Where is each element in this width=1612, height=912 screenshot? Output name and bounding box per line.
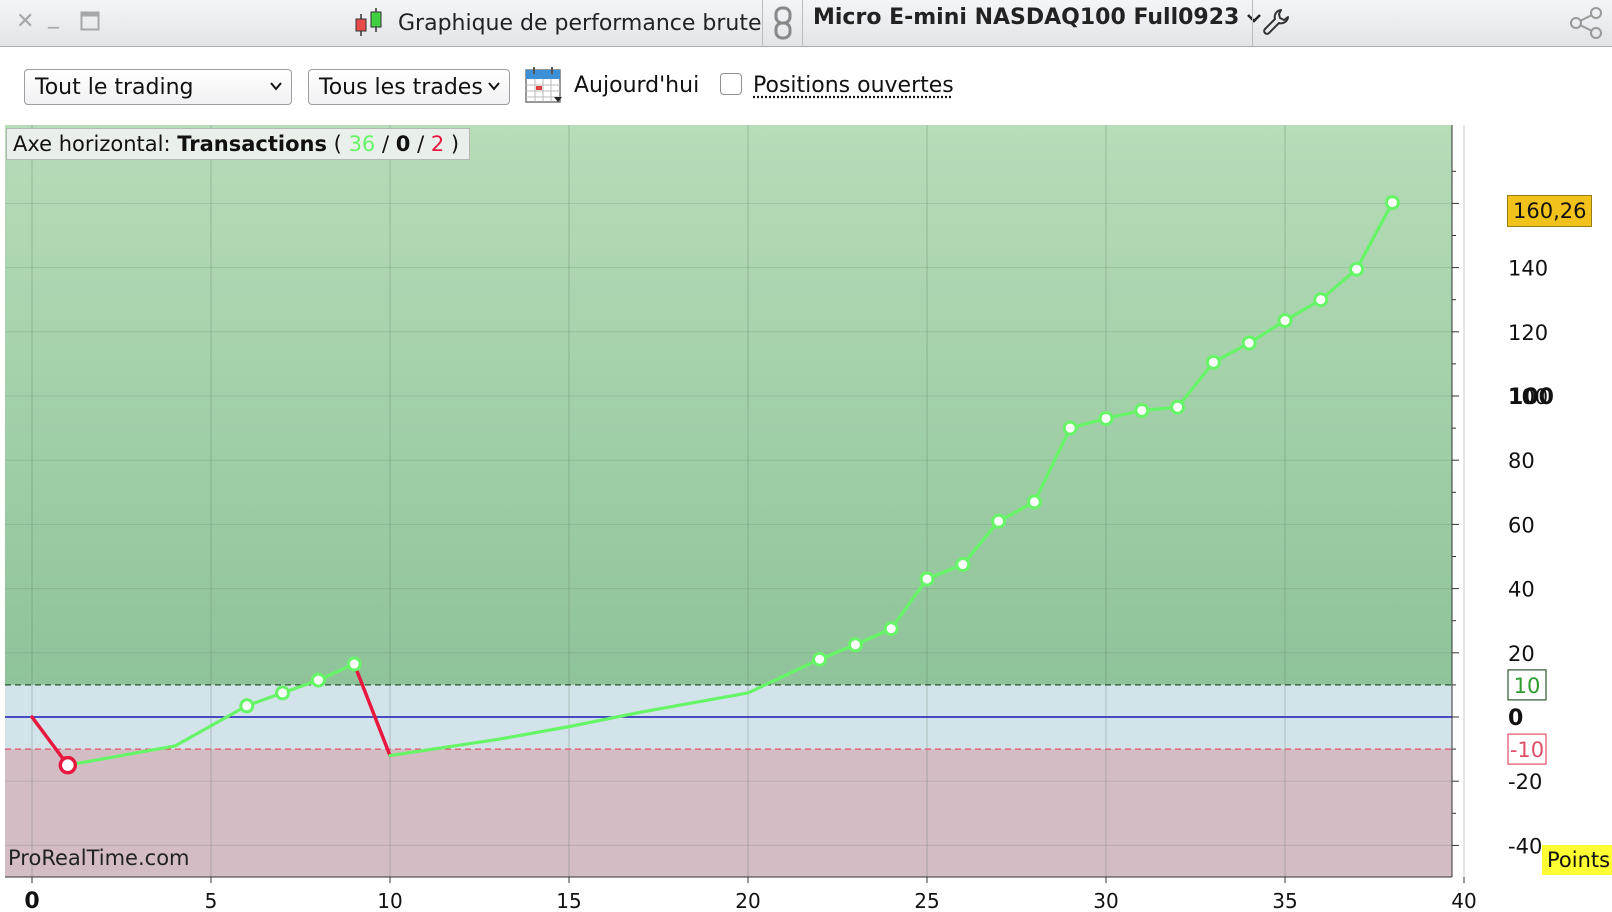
toolbar: Tout le trading Tous les trades Aujourd'… xyxy=(0,47,1612,125)
gain-marker xyxy=(1349,261,1365,277)
x-tick-label: 40 xyxy=(1451,889,1476,912)
gain-marker xyxy=(847,637,863,653)
title-separator xyxy=(762,0,763,46)
last-value-badge: 160,26 xyxy=(1507,195,1593,227)
link-chain-icon[interactable] xyxy=(772,4,794,42)
gain-marker xyxy=(812,651,828,667)
calendar-icon[interactable] xyxy=(524,65,564,105)
y-tick-label: 80 xyxy=(1508,449,1535,473)
share-icon[interactable] xyxy=(1566,6,1606,40)
threshold-label: -10 xyxy=(1510,738,1544,762)
loss-zone xyxy=(5,749,1452,877)
maximize-icon[interactable] xyxy=(80,11,100,31)
gain-marker xyxy=(239,698,255,714)
losers-count: 2 xyxy=(430,132,445,156)
y-tick-label-bold: 0 xyxy=(1508,706,1523,731)
gain-marker xyxy=(1384,195,1400,211)
watermark: ProRealTime.com xyxy=(8,846,190,870)
axis-badge-name: Transactions xyxy=(177,132,327,156)
y-tick-label: 60 xyxy=(1508,513,1535,537)
window-title: Graphique de performance brute xyxy=(398,10,762,36)
x-tick-label: 35 xyxy=(1272,889,1297,912)
x-tick-label: 5 xyxy=(205,889,218,912)
instrument-selector[interactable]: Micro E-mini NASDAQ100 Full0923 xyxy=(813,5,1263,30)
gain-marker xyxy=(275,685,291,701)
y-tick-label: -20 xyxy=(1508,770,1542,794)
loss-marker xyxy=(58,755,78,775)
candlestick-icon xyxy=(355,8,382,36)
close-icon[interactable]: ✕ xyxy=(16,9,34,35)
x-tick-label: 25 xyxy=(914,889,939,912)
axis-badge-sep: / xyxy=(417,132,425,156)
x-axis: 0 5 10 15 20 25 30 35 40 xyxy=(5,876,1477,912)
gain-marker xyxy=(310,672,326,688)
y-tick-label: 120 xyxy=(1508,321,1548,345)
chevron-down-icon xyxy=(1247,13,1262,23)
period-select-value: Tout le trading xyxy=(35,74,194,100)
y-axis: -40-2020406080100120140010010-10 xyxy=(1451,125,1554,877)
gain-marker xyxy=(1241,335,1257,351)
today-button[interactable]: Aujourd'hui xyxy=(574,69,699,103)
gain-marker xyxy=(991,513,1007,529)
x-tick-label: 30 xyxy=(1093,889,1118,912)
gain-marker xyxy=(1170,399,1186,415)
x-tick-label: 0 xyxy=(24,889,39,912)
open-positions-label[interactable]: Positions ouvertes xyxy=(753,69,954,103)
neutral-count: 0 xyxy=(395,132,411,156)
window-title-group: Graphique de performance brute xyxy=(352,6,762,40)
gain-marker xyxy=(1062,420,1078,436)
gain-marker xyxy=(1098,410,1114,426)
title-separator xyxy=(802,0,803,46)
horizontal-axis-badge: Axe horizontal: Transactions ( 36 / 0 / … xyxy=(6,128,471,160)
x-tick-label: 15 xyxy=(556,889,581,912)
open-positions-checkbox[interactable] xyxy=(720,73,742,95)
trades-select-value: Tous les trades xyxy=(319,74,483,100)
gain-marker xyxy=(1313,292,1329,308)
x-tick-label: 20 xyxy=(735,889,760,912)
y-tick-label: 140 xyxy=(1508,257,1548,281)
title-bar: ✕ _ Graphique de performance brute Micro… xyxy=(0,0,1612,47)
x-tick-label: 10 xyxy=(377,889,402,912)
title-separator xyxy=(1252,0,1253,46)
gain-marker xyxy=(919,571,935,587)
minimize-icon[interactable]: _ xyxy=(48,4,59,30)
units-badge: Points xyxy=(1542,845,1612,875)
gain-marker xyxy=(1277,313,1293,329)
chevron-down-icon xyxy=(488,82,500,91)
axis-badge-paren-close: ) xyxy=(450,132,460,156)
winners-count: 36 xyxy=(348,132,376,156)
trades-select[interactable]: Tous les trades xyxy=(308,69,510,105)
axis-badge-sep: / xyxy=(381,132,390,156)
wrench-icon[interactable] xyxy=(1262,7,1292,37)
y-tick-label-bold: 100 xyxy=(1508,385,1554,410)
chevron-down-icon xyxy=(270,82,282,91)
y-tick-label: 40 xyxy=(1508,578,1535,602)
period-select[interactable]: Tout le trading xyxy=(24,69,292,105)
threshold-label: 10 xyxy=(1514,674,1541,698)
y-tick-label: 20 xyxy=(1508,642,1535,666)
gain-marker xyxy=(1205,354,1221,370)
gain-marker xyxy=(346,656,362,672)
gain-marker xyxy=(955,557,971,573)
gain-marker xyxy=(1026,494,1042,510)
profit-zone xyxy=(5,125,1452,685)
gain-marker xyxy=(883,621,899,637)
gain-marker xyxy=(1134,402,1150,418)
instrument-name: Micro E-mini NASDAQ100 Full0923 xyxy=(813,5,1240,30)
y-tick-label: -40 xyxy=(1508,834,1542,858)
performance-chart: -40-2020406080100120140010010-10 0 5 10 15 2… xyxy=(5,125,1554,912)
axis-badge-prefix: Axe horizontal: xyxy=(13,132,171,156)
axis-badge-paren-open: ( xyxy=(333,132,342,156)
